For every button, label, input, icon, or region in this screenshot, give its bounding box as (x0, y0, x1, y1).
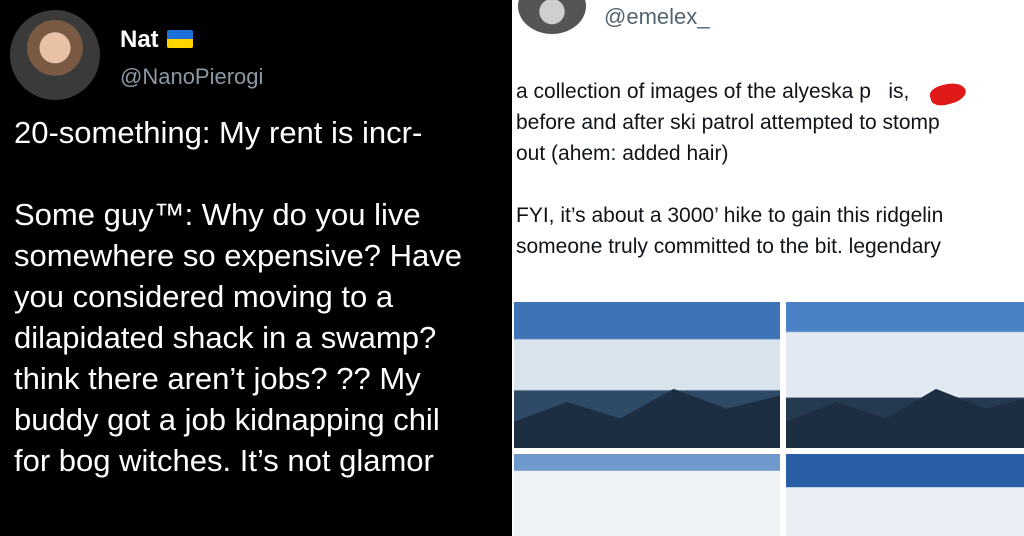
tweet-photo[interactable] (514, 302, 780, 448)
user-handle[interactable]: @emelex_ (604, 4, 710, 30)
user-handle[interactable]: @NanoPierogi (120, 64, 263, 90)
tweet-text: 20-something: My rent is incr- Some guy™… (14, 115, 463, 478)
ukraine-flag-icon (166, 30, 193, 48)
tweet-photo[interactable] (786, 302, 1024, 448)
tweet-photo[interactable] (514, 454, 780, 536)
avatar[interactable] (518, 0, 586, 34)
display-name-text: Nat (120, 26, 159, 53)
left-tweet-panel: Nat @NanoPierogi 20-something: My rent i… (0, 0, 512, 536)
mountain-ridge (514, 388, 780, 448)
display-name[interactable]: Nat (120, 26, 193, 54)
avatar[interactable] (10, 10, 100, 100)
right-tweet-panel: @emelex_ a collection of images of the a… (512, 0, 1024, 536)
mountain-ridge (786, 388, 1024, 448)
tweet-photo[interactable] (786, 454, 1024, 536)
